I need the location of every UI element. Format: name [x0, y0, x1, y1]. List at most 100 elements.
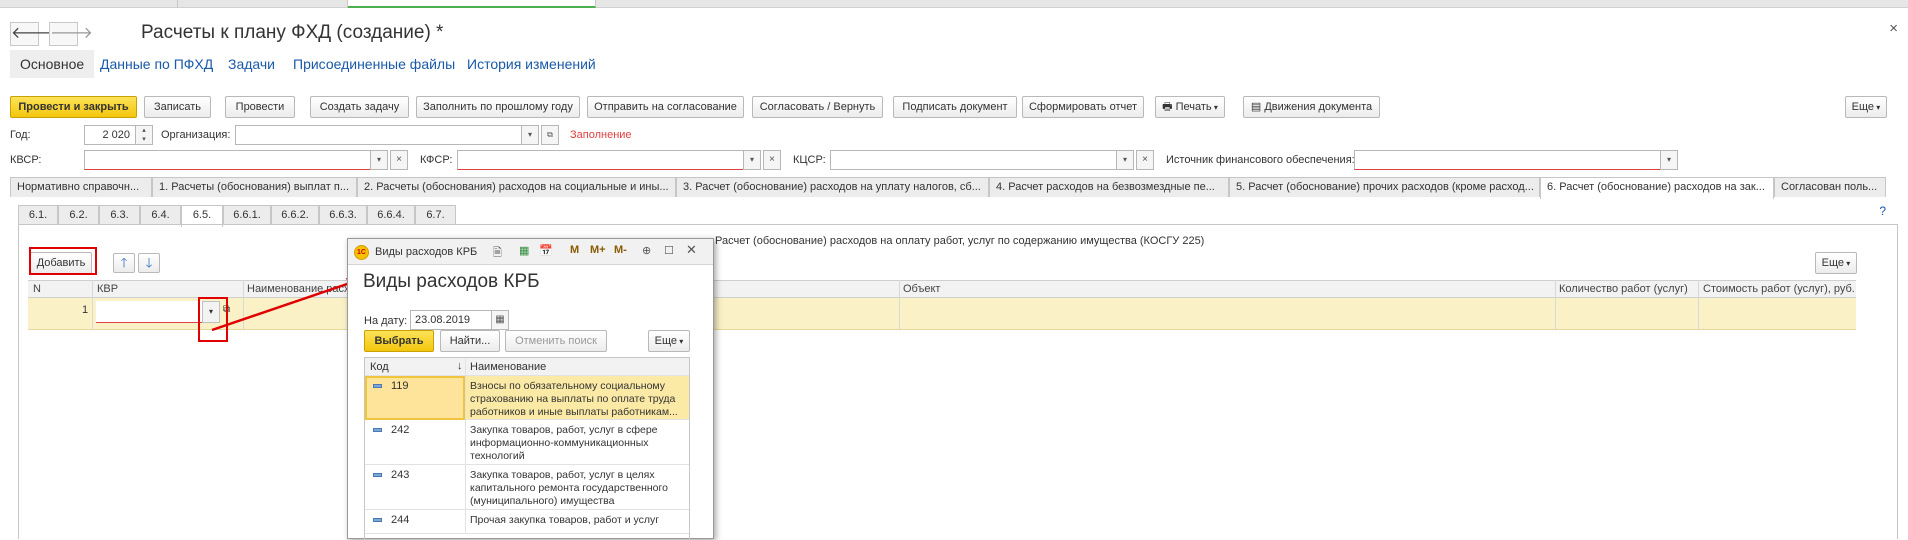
org-label: Организация:: [161, 129, 231, 141]
kvsr-field[interactable]: [84, 150, 371, 170]
subtab-6-4[interactable]: 6.4.: [140, 205, 181, 225]
dialog-titlebar: 1С Виды расходов КРБ 🗎 ▦ 📅 M M+ M- ⊕ ☐ ✕: [348, 239, 713, 265]
create-task-button[interactable]: Создать задачу: [310, 96, 409, 118]
kcsr-dropdown[interactable]: ▾: [1116, 150, 1134, 170]
close-icon[interactable]: ✕: [686, 242, 697, 258]
arrow-left-icon: 🡐: [11, 25, 54, 42]
tab-taxes[interactable]: 3. Расчет (обоснование) расходов на упла…: [676, 177, 989, 197]
nav-tasks[interactable]: Задачи: [228, 56, 275, 72]
dialog-more-button[interactable]: Еще ▾: [648, 330, 690, 352]
clear-icon: ×: [769, 154, 775, 165]
date-field[interactable]: 23.08.2019: [410, 310, 492, 330]
subtab-6-1[interactable]: 6.1.: [18, 205, 58, 225]
kvsr-clear-button[interactable]: ×: [390, 150, 408, 170]
tab-payments[interactable]: 1. Расчеты (обоснования) выплат п...: [152, 177, 357, 197]
move-down-button[interactable]: 🡓: [138, 253, 160, 273]
source-field[interactable]: [1354, 150, 1661, 170]
dialog-heading: Виды расходов КРБ: [363, 271, 540, 292]
close-icon[interactable]: ×: [1889, 20, 1898, 37]
page-title: Расчеты к плану ФХД (создание) *: [141, 22, 444, 43]
subtab-6-6-2[interactable]: 6.6.2.: [271, 205, 319, 225]
annotation-box-add: [29, 247, 97, 275]
sign-document-button[interactable]: Подписать документ: [893, 96, 1017, 118]
col-cost: Стоимость работ (услуг), руб.: [1703, 283, 1855, 295]
maximize-icon[interactable]: ☐: [664, 244, 674, 257]
memory-minus-icon[interactable]: M-: [614, 244, 627, 256]
approve-return-button[interactable]: Согласовать / Вернуть: [752, 96, 883, 118]
subtab-6-6-4[interactable]: 6.6.4.: [367, 205, 415, 225]
document-movements-button[interactable]: ▤ Движения документа: [1243, 96, 1380, 118]
date-picker-button[interactable]: ▦: [491, 310, 509, 330]
org-field[interactable]: [235, 125, 522, 145]
document-icon[interactable]: 🗎: [493, 244, 502, 263]
window-tab[interactable]: [0, 0, 178, 8]
print-button[interactable]: 🖶 Печать ▾: [1155, 96, 1225, 118]
nav-pfhd-data[interactable]: Данные по ПФХД: [100, 56, 213, 72]
tab-social[interactable]: 2. Расчеты (обоснования) расходов на соц…: [357, 177, 676, 197]
subtab-6-7[interactable]: 6.7.: [415, 205, 456, 225]
kfsr-dropdown[interactable]: ▾: [743, 150, 761, 170]
post-and-close-button[interactable]: Провести и закрыть: [10, 96, 137, 118]
sort-arrow-icon[interactable]: ↓: [457, 360, 463, 372]
kcsr-clear-button[interactable]: ×: [1136, 150, 1154, 170]
table-more-button[interactable]: Еще ▾: [1815, 252, 1857, 274]
kvsr-dropdown[interactable]: ▾: [370, 150, 388, 170]
col-kvr: КВР: [97, 283, 119, 295]
chevron-down-icon: ▾: [1666, 155, 1671, 164]
arrow-down-icon: 🡓: [145, 255, 153, 270]
window-tab-active[interactable]: [348, 0, 596, 8]
list-item[interactable]: 119 Взносы по обязательному социальному …: [365, 376, 689, 420]
zoom-icon[interactable]: ⊕: [642, 244, 651, 257]
item-icon: [373, 473, 382, 477]
subtab-6-6-1[interactable]: 6.6.1.: [223, 205, 271, 225]
select-button[interactable]: Выбрать: [364, 330, 434, 352]
calculator-icon[interactable]: ▦: [519, 244, 529, 257]
help-icon[interactable]: ?: [1879, 204, 1886, 218]
find-button[interactable]: Найти...: [440, 330, 500, 352]
kfsr-clear-button[interactable]: ×: [763, 150, 781, 170]
window-tab[interactable]: [178, 0, 348, 8]
post-button[interactable]: Провести: [225, 96, 295, 118]
tab-other[interactable]: 5. Расчет (обоснование) прочих расходов …: [1229, 177, 1540, 197]
save-button[interactable]: Записать: [144, 96, 211, 118]
forward-button[interactable]: 🡒: [49, 22, 93, 46]
memory-plus-icon[interactable]: M+: [590, 244, 606, 256]
list-item[interactable]: 242 Закупка товаров, работ, услуг в сфер…: [365, 420, 689, 465]
clear-icon: ×: [1142, 154, 1148, 165]
list-item[interactable]: 244 Прочая закупка товаров, работ и услу…: [365, 510, 689, 534]
year-field[interactable]: 2 020: [84, 125, 136, 145]
kfsr-field[interactable]: [457, 150, 744, 170]
nav-main[interactable]: Основное: [10, 50, 95, 78]
tab-approved[interactable]: Согласован поль...: [1774, 177, 1886, 197]
fill-status: Заполнение: [570, 129, 632, 141]
org-dropdown[interactable]: ▾: [521, 125, 539, 145]
send-for-approval-button[interactable]: Отправить на согласование: [587, 96, 744, 118]
year-stepper[interactable]: ▴ ▾: [135, 125, 153, 145]
back-button[interactable]: 🡐: [10, 22, 54, 46]
kvr-input[interactable]: [96, 301, 204, 323]
subtab-6-3[interactable]: 6.3.: [99, 205, 140, 225]
subtab-6-2[interactable]: 6.2.: [58, 205, 99, 225]
row-n: 1: [82, 304, 89, 316]
list-item[interactable]: 243 Закупка товаров, работ, услуг в целя…: [365, 465, 689, 510]
nav-history[interactable]: История изменений: [467, 56, 596, 72]
source-dropdown[interactable]: ▾: [1660, 150, 1678, 170]
move-up-button[interactable]: 🡑: [113, 253, 135, 273]
chevron-down-icon: ▾: [1122, 155, 1127, 164]
fill-last-year-button[interactable]: Заполнить по прошлому году: [416, 96, 580, 118]
org-open-button[interactable]: ⧉: [541, 125, 559, 145]
tab-reference[interactable]: Нормативно справочн...: [10, 177, 152, 197]
nav-attached-files[interactable]: Присоединенные файлы: [293, 56, 455, 72]
tab-free-transfers[interactable]: 4. Расчет расходов на безвозмездные пе..…: [989, 177, 1229, 197]
cancel-search-button[interactable]: Отменить поиск: [505, 330, 607, 352]
more-button[interactable]: Еще ▾: [1845, 96, 1887, 118]
memory-icon[interactable]: M: [570, 244, 579, 256]
chevron-down-icon: ▾: [376, 155, 381, 164]
tab-purchases[interactable]: 6. Расчет (обоснование) расходов на зак.…: [1540, 177, 1774, 199]
subtab-6-6-3[interactable]: 6.6.3.: [319, 205, 367, 225]
make-report-button[interactable]: Сформировать отчет: [1022, 96, 1144, 118]
calendar-icon[interactable]: 📅: [539, 244, 553, 257]
col-name: Наименование: [470, 361, 547, 373]
kcsr-field[interactable]: [830, 150, 1117, 170]
kvr-table-header: Код ↓ Наименование: [365, 358, 689, 376]
